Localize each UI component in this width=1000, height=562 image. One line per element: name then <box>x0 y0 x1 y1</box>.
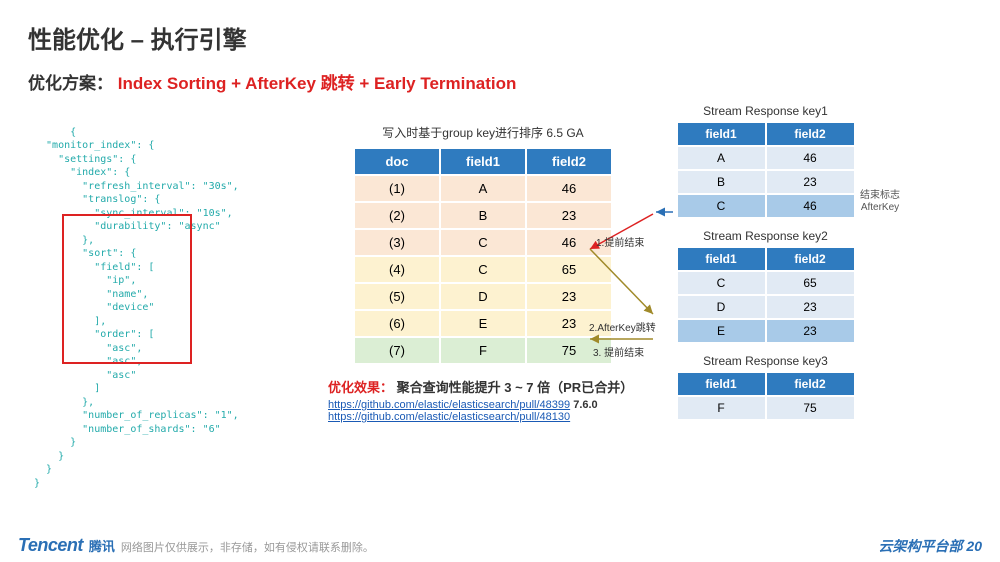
table-row: (1)A46 <box>355 176 611 201</box>
tencent-logo-cn: 腾讯 <box>89 536 115 555</box>
code-text: { "monitor_index": { "settings": { "inde… <box>34 127 239 489</box>
table-row: (6)E23 <box>355 311 611 336</box>
main-h2: field2 <box>527 149 611 174</box>
table-row: D23 <box>678 296 854 318</box>
main-h0: doc <box>355 149 439 174</box>
mid-caption: 写入时基于group key进行排序 6.5 GA <box>328 124 638 141</box>
table-row: (2)B23 <box>355 203 611 228</box>
main-table: doc field1 field2 (1)A46 (2)B23 (3)C46 (… <box>353 147 613 365</box>
effect-text: 聚合查询性能提升 3 ~ 7 倍（PR已合并） <box>397 380 634 395</box>
tencent-logo: Tencent <box>18 535 83 556</box>
note-early-end-2: 3. 提前结束 <box>593 344 644 359</box>
stream3-title: Stream Response key3 <box>668 354 863 368</box>
table-row: F75 <box>678 397 854 419</box>
table-row: (3)C46 <box>355 230 611 255</box>
footer-left: Tencent 腾讯 网络图片仅供展示，非存储，如有侵权请联系删除。 <box>18 535 374 556</box>
slide-subtitle: 优化方案： Index Sorting + AfterKey 跳转 + Earl… <box>28 69 972 94</box>
stream2-table: field1field2 C65 D23 E23 <box>676 246 856 344</box>
table-row: (7)F75 <box>355 338 611 363</box>
stream3-table: field1field2 F75 <box>676 371 856 421</box>
slide-title: 性能优化 – 执行引擎 <box>28 20 972 55</box>
pr-version: 7.6.0 <box>573 399 597 411</box>
table-row: C65 <box>678 272 854 294</box>
middle-column: 写入时基于group key进行排序 6.5 GA doc field1 fie… <box>328 104 638 423</box>
main-h1: field1 <box>441 149 525 174</box>
footer: Tencent 腾讯 网络图片仅供展示，非存储，如有侵权请联系删除。 云架构平台… <box>0 535 1000 556</box>
stream2-title: Stream Response key2 <box>668 229 863 243</box>
effect-label: 优化效果： <box>328 380 393 395</box>
pr-link-2[interactable]: https://github.com/elastic/elasticsearch… <box>328 411 570 423</box>
stream1-title: Stream Response key1 <box>668 104 863 118</box>
table-row-highlight: C46 <box>678 195 854 217</box>
table-row: (4)C65 <box>355 257 611 282</box>
effect-line: 优化效果： 聚合查询性能提升 3 ~ 7 倍（PR已合并） <box>328 377 638 396</box>
end-flag-label: 结束标志 AfterKey <box>860 190 900 214</box>
note-early-end-1: 1.提前结束 <box>596 234 644 249</box>
table-row: A46 <box>678 147 854 169</box>
table-row-highlight: E23 <box>678 320 854 342</box>
table-row: (5)D23 <box>355 284 611 309</box>
table-row: B23 <box>678 171 854 193</box>
stream1-table: field1field2 A46 B23 C46 <box>676 121 856 219</box>
code-snippet: { "monitor_index": { "settings": { "inde… <box>28 104 318 517</box>
note-afterkey-jump: 2.AfterKey跳转 <box>589 319 656 334</box>
content-area: { "monitor_index": { "settings": { "inde… <box>28 104 972 517</box>
pr-link-1[interactable]: https://github.com/elastic/elasticsearch… <box>328 399 570 411</box>
links-block: https://github.com/elastic/elasticsearch… <box>328 399 638 423</box>
disclaimer: 网络图片仅供展示，非存储，如有侵权请联系删除。 <box>121 539 374 555</box>
subtitle-solution: Index Sorting + AfterKey 跳转 + Early Term… <box>118 74 517 93</box>
footer-right: 云架构平台部 20 <box>879 536 982 556</box>
subtitle-label: 优化方案： <box>28 74 113 93</box>
stream-column: Stream Response key1 field1field2 A46 B2… <box>668 104 863 431</box>
